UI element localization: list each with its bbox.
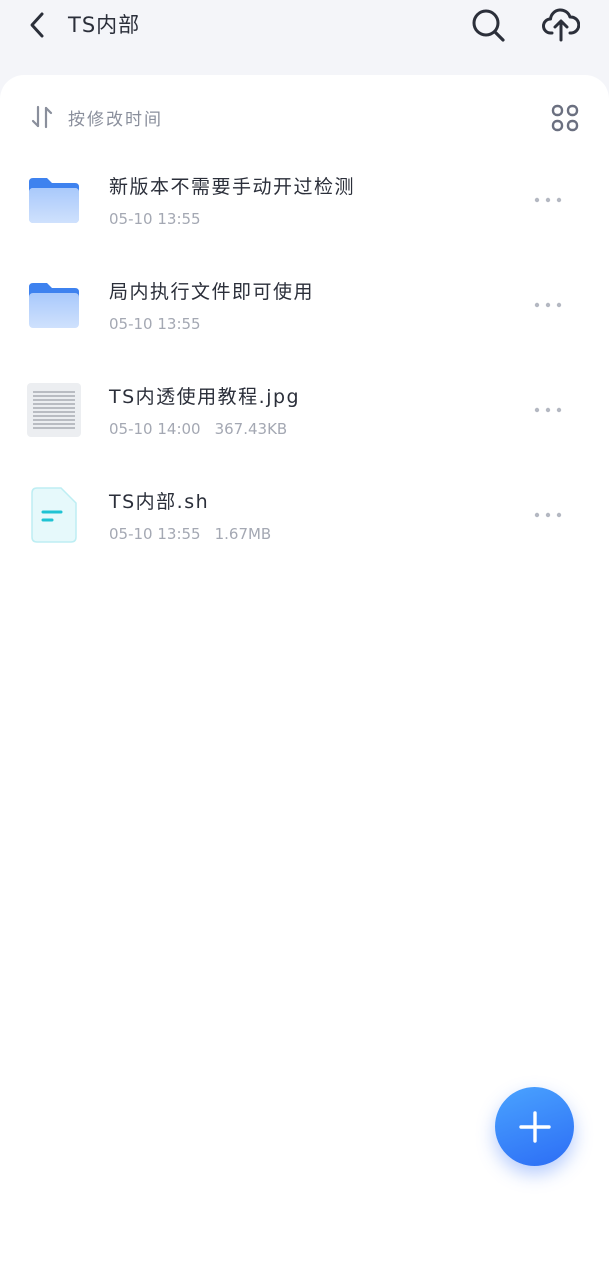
grid-view-icon [551,104,579,132]
file-date: 05-10 13:55 [109,210,201,228]
file-name: 局内执行文件即可使用 [109,281,315,303]
more-options-button[interactable] [528,501,568,529]
file-thumbnail [26,172,82,228]
folder-icon [29,283,79,328]
file-meta: 05-10 13:55 1.67MB [109,525,271,543]
file-name: 新版本不需要手动开过检测 [109,176,356,198]
file-meta: 05-10 13:55 [109,315,201,333]
add-button[interactable] [495,1087,574,1166]
more-dots-icon [534,407,562,413]
grid-view-button[interactable] [549,102,581,134]
file-row-image[interactable]: TS内透使用教程.jpg 05-10 14:00 367.43KB [0,358,609,463]
file-row-script[interactable]: TS内部.sh 05-10 13:55 1.67MB [0,463,609,568]
file-meta: 05-10 13:55 [109,210,201,228]
script-file-icon [31,487,77,543]
sort-label: 按修改时间 [68,109,163,130]
file-thumbnail [26,277,82,333]
file-date: 05-10 13:55 [109,315,201,333]
search-icon [472,9,505,42]
sort-button[interactable]: 按修改时间 [30,102,163,132]
more-options-button[interactable] [528,186,568,214]
more-dots-icon [534,302,562,308]
file-row-folder[interactable]: 新版本不需要手动开过检测 05-10 13:55 [0,148,609,253]
file-size: 1.67MB [214,525,272,543]
file-date: 05-10 14:00 [109,420,201,438]
more-options-button[interactable] [528,291,568,319]
plus-icon [518,1110,551,1143]
file-meta: 05-10 14:00 367.43KB [109,420,287,438]
upload-button[interactable] [541,5,581,45]
file-name: TS内透使用教程.jpg [109,386,301,408]
chevron-left-icon [30,12,44,38]
search-button[interactable] [468,5,508,45]
file-size: 367.43KB [214,420,288,438]
page-title: TS内部 [68,13,141,37]
file-thumbnail [26,487,82,543]
file-thumbnail [26,382,82,438]
sort-icon [31,105,53,129]
cloud-upload-icon [542,8,580,42]
more-dots-icon [534,197,562,203]
top-bar: TS内部 [0,0,609,60]
file-name: TS内部.sh [109,491,210,513]
file-row-folder[interactable]: 局内执行文件即可使用 05-10 13:55 [0,253,609,358]
file-date: 05-10 13:55 [109,525,201,543]
image-thumbnail [27,383,81,437]
more-dots-icon [534,512,562,518]
folder-icon [29,178,79,223]
file-list: 新版本不需要手动开过检测 05-10 13:55 局内执行文件即可使用 05-1… [0,148,609,568]
more-options-button[interactable] [528,396,568,424]
back-button[interactable] [22,8,52,42]
